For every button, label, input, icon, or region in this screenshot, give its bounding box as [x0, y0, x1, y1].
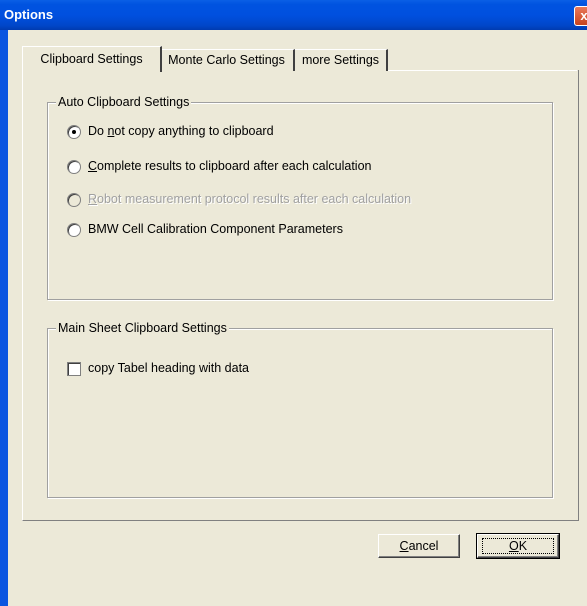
- radio-complete-results[interactable]: [67, 160, 81, 174]
- tab-label: Monte Carlo Settings: [168, 53, 285, 67]
- mnemonic: R: [88, 192, 98, 206]
- option-bmw-cell-label[interactable]: BMW Cell Calibration Component Parameter…: [88, 222, 343, 236]
- tab-clipboard-settings[interactable]: Clipboard Settings: [22, 46, 162, 72]
- radio-robot-protocol: [67, 193, 81, 207]
- ok-button[interactable]: OK: [476, 533, 560, 559]
- window-frame-left: [0, 30, 8, 606]
- label-part: ot copy anything to clipboard: [114, 124, 274, 138]
- tab-more-settings[interactable]: more Settings: [295, 49, 388, 71]
- tab-monte-carlo[interactable]: Monte Carlo Settings: [160, 49, 295, 71]
- close-icon[interactable]: x: [574, 6, 587, 26]
- cancel-button[interactable]: Cancel: [378, 534, 460, 558]
- option-no-copy-label[interactable]: Do not copy anything to clipboard: [88, 124, 274, 138]
- tab-label: Clipboard Settings: [40, 52, 143, 66]
- mnemonic: C: [399, 539, 409, 553]
- option-robot-protocol-label: Robot measurement protocol results after…: [88, 192, 411, 206]
- label-part: BMW Cell Calibration Component Parameter…: [88, 222, 343, 236]
- radio-bmw-cell[interactable]: [67, 223, 81, 237]
- checkbox-copy-heading-label[interactable]: copy Tabel heading with data: [88, 361, 249, 375]
- radio-no-copy[interactable]: [67, 125, 81, 139]
- focus-rect: [482, 538, 554, 554]
- label-part: obot measurement protocol results after …: [97, 192, 412, 206]
- window-title: Options: [4, 7, 54, 22]
- main-sheet-group: [47, 328, 553, 498]
- title-bar[interactable]: Options x: [0, 0, 587, 30]
- auto-clipboard-legend: Auto Clipboard Settings: [56, 95, 192, 109]
- button-label: ancel: [408, 539, 439, 553]
- tab-label: more Settings: [301, 53, 380, 67]
- main-sheet-legend: Main Sheet Clipboard Settings: [56, 321, 229, 335]
- label-part: omplete results to clipboard after each …: [97, 159, 372, 173]
- label-part: Do: [88, 124, 108, 138]
- option-complete-results-label[interactable]: Complete results to clipboard after each…: [88, 159, 372, 173]
- mnemonic: C: [88, 159, 98, 173]
- checkbox-copy-heading[interactable]: [67, 362, 81, 376]
